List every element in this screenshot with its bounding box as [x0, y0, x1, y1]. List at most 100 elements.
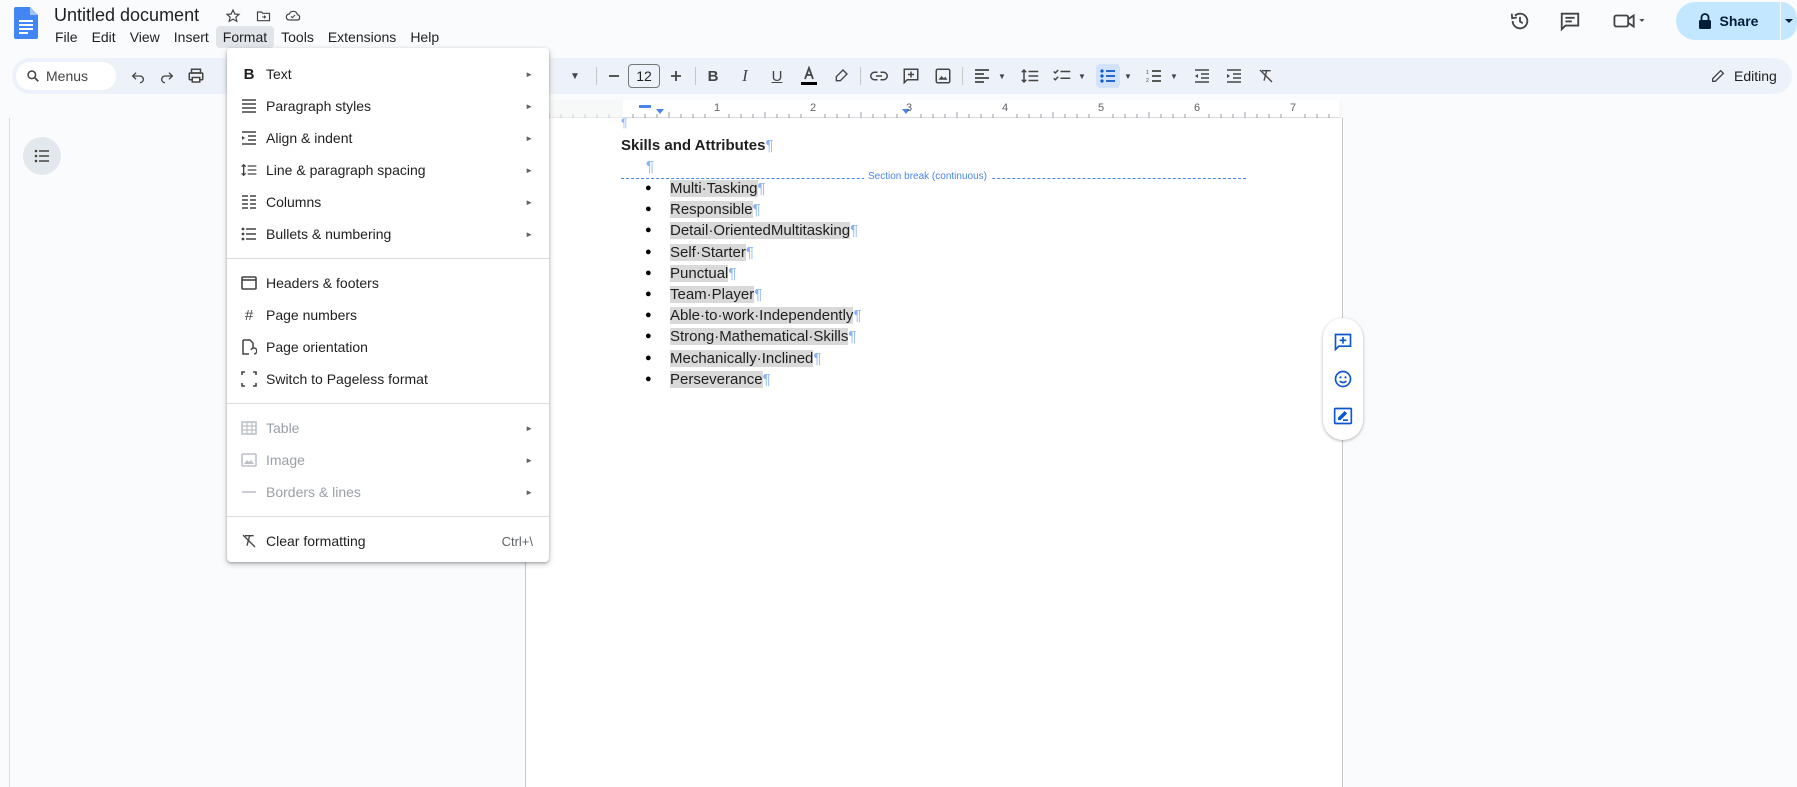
highlight-color-icon[interactable]	[829, 64, 853, 88]
document-title[interactable]: Untitled document	[54, 4, 199, 26]
borders-icon	[239, 482, 259, 502]
pilcrow-mark: ¶	[853, 307, 862, 325]
undo-icon[interactable]	[126, 64, 150, 88]
meet-icon[interactable]	[1610, 9, 1650, 33]
menu-item-clear-formatting[interactable]: Clear formatting Ctrl+\	[227, 525, 549, 557]
menu-item-page-numbers[interactable]: # Page numbers	[227, 299, 549, 331]
cloud-status-icon[interactable]	[282, 6, 304, 26]
menu-item-align-indent[interactable]: Align & indent ►	[227, 122, 549, 154]
list-item[interactable]: Punctual¶	[645, 263, 862, 284]
list-item[interactable]: Team·Player¶	[645, 284, 862, 305]
list-item[interactable]: Detail·OrientedMultitasking¶	[645, 220, 862, 241]
list-item[interactable]: Perseverance¶	[645, 369, 862, 390]
menu-item-line-paragraph-spacing[interactable]: Line & paragraph spacing ►	[227, 154, 549, 186]
add-comment-icon[interactable]	[1331, 330, 1355, 354]
docs-logo-icon[interactable]	[14, 7, 38, 39]
increase-font-size-icon[interactable]	[664, 64, 688, 88]
bullets-icon	[239, 224, 259, 244]
menu-item-paragraph-styles[interactable]: Paragraph styles ►	[227, 90, 549, 122]
ruler-number: 1	[714, 102, 721, 114]
italic-icon[interactable]: I	[733, 64, 757, 88]
list-item[interactable]: Able·to·work·Independently¶	[645, 305, 862, 326]
clear-format-icon	[239, 531, 259, 551]
decrease-font-size-icon[interactable]	[602, 64, 626, 88]
line-spacing-icon[interactable]	[1018, 64, 1042, 88]
menu-item-switch-to-pageless-format[interactable]: Switch to Pageless format	[227, 363, 549, 395]
menu-item-label: Table	[266, 420, 300, 436]
list-item[interactable]: Mechanically·Inclined¶	[645, 348, 862, 369]
menu-item-shortcut: Ctrl+\	[501, 533, 533, 549]
menu-extensions[interactable]: Extensions	[321, 26, 403, 48]
bold-icon[interactable]: B	[701, 64, 725, 88]
table-icon	[239, 418, 259, 438]
underline-icon[interactable]: U	[765, 64, 789, 88]
star-icon[interactable]	[222, 6, 244, 26]
align-dropdown-icon[interactable]: ▼	[990, 64, 1014, 88]
menu-insert[interactable]: Insert	[167, 26, 216, 48]
menu-edit[interactable]: Edit	[85, 26, 123, 48]
menu-item-bullets-numbering[interactable]: Bullets & numbering ►	[227, 218, 549, 250]
pencil-icon	[1712, 69, 1725, 82]
version-history-icon[interactable]	[1506, 9, 1534, 33]
share-dropdown-button[interactable]	[1781, 2, 1797, 40]
ruler-number: 4	[1002, 102, 1009, 114]
add-comment-icon[interactable]	[899, 64, 923, 88]
increase-indent-icon[interactable]	[1222, 64, 1246, 88]
header-footer-icon	[239, 273, 259, 293]
share-button[interactable]: Share	[1676, 2, 1780, 40]
menu-item-page-orientation[interactable]: Page orientation	[227, 331, 549, 363]
bullet-dropdown-icon[interactable]: ▼	[1116, 64, 1140, 88]
suggest-edits-icon[interactable]	[1331, 404, 1355, 428]
submenu-arrow-icon: ►	[525, 69, 533, 79]
editing-mode-button[interactable]: Editing	[1702, 62, 1786, 90]
horizontal-ruler[interactable]: 1 2 3 4 5 6 7	[524, 100, 1343, 118]
menu-help[interactable]: Help	[403, 26, 446, 48]
menu-item-text[interactable]: B Text ►	[227, 58, 549, 90]
menu-tools[interactable]: Tools	[274, 26, 321, 48]
vertical-ruler[interactable]	[0, 118, 10, 787]
pilcrow-mark: ¶	[728, 264, 737, 282]
ruler-number: 2	[810, 102, 817, 114]
pilcrow-mark: ¶	[765, 137, 774, 154]
menu-item-headers-footers[interactable]: Headers & footers	[227, 267, 549, 299]
menus-search-label: Menus	[46, 68, 89, 84]
list-item[interactable]: Self·Starter¶	[645, 242, 862, 263]
paragraph-styles-icon	[239, 96, 259, 116]
menu-file[interactable]: File	[48, 26, 85, 48]
move-folder-icon[interactable]	[252, 6, 274, 26]
checklist-dropdown-icon[interactable]: ▼	[1070, 64, 1094, 88]
insert-link-icon[interactable]	[867, 64, 891, 88]
image-icon	[239, 450, 259, 470]
list-item-text: Mechanically·Inclined	[670, 349, 814, 367]
list-item-text: Strong·Mathematical·Skills	[670, 328, 849, 346]
menu-item-image: Image ►	[227, 444, 549, 476]
clear-formatting-icon[interactable]	[1254, 64, 1278, 88]
comments-icon[interactable]	[1556, 9, 1584, 33]
menu-item-label: Page numbers	[266, 307, 358, 323]
list-item-text: Responsible	[670, 201, 753, 219]
menu-view[interactable]: View	[123, 26, 167, 48]
list-item[interactable]: Multi·Tasking¶	[645, 178, 862, 199]
list-item[interactable]: Strong·Mathematical·Skills¶	[645, 326, 862, 347]
editing-mode-label: Editing	[1734, 68, 1777, 84]
emoji-reaction-icon[interactable]	[1331, 367, 1355, 391]
menu-item-columns[interactable]: Columns ►	[227, 186, 549, 218]
toolbar-separator	[860, 67, 861, 85]
insert-image-icon[interactable]	[931, 64, 955, 88]
text-color-icon[interactable]	[797, 64, 821, 88]
list-item[interactable]: Responsible¶	[645, 199, 862, 220]
numbered-dropdown-icon[interactable]: ▼	[1162, 64, 1186, 88]
redo-icon[interactable]	[155, 64, 179, 88]
ruler-marks	[524, 100, 1343, 118]
decrease-indent-icon[interactable]	[1190, 64, 1214, 88]
menu-item-label: Borders & lines	[266, 484, 361, 500]
menu-format[interactable]: Format	[215, 26, 275, 48]
font-dropdown-chevron-icon[interactable]: ▼	[563, 64, 587, 88]
document-outline-button[interactable]	[23, 137, 61, 175]
document-heading[interactable]: Skills and Attributes¶	[621, 137, 774, 154]
share-label: Share	[1719, 13, 1759, 29]
menu-separator	[227, 403, 549, 404]
print-icon[interactable]	[184, 64, 208, 88]
font-size-input[interactable]: 12	[628, 64, 660, 88]
menus-search[interactable]: Menus	[16, 62, 116, 90]
